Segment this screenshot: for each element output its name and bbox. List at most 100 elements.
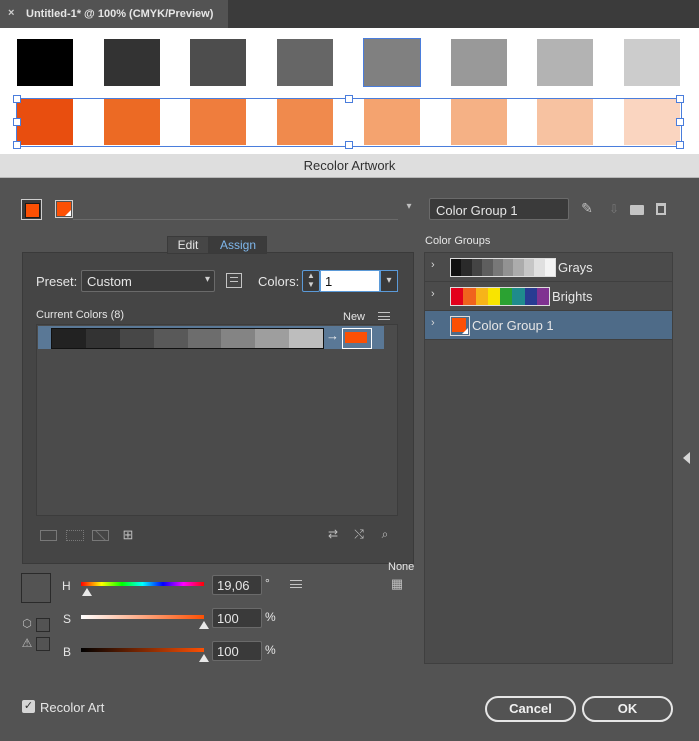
preset-select[interactable]: Custom ▾ [81, 270, 215, 292]
colors-value: 1 [325, 274, 333, 289]
ok-button[interactable]: OK [582, 696, 673, 722]
selection-handle[interactable] [13, 95, 21, 103]
brightness-value: 100 [217, 644, 239, 659]
randomly-change-saturation-icon[interactable]: ⤭ [350, 527, 368, 545]
group-color-chip [450, 316, 470, 336]
out-of-gamut-warning-icon: ⚠ [21, 636, 33, 650]
gray-swatch[interactable] [451, 39, 507, 86]
color-group-name-value: Color Group 1 [436, 203, 518, 218]
close-tab-icon[interactable]: × [8, 7, 14, 19]
list-menu-icon[interactable] [378, 312, 390, 320]
color-group-name-field[interactable]: Color Group 1 [429, 198, 569, 220]
hue-input[interactable]: 19,06 [212, 575, 262, 595]
color-group-brights[interactable]: › Brights [425, 282, 672, 311]
color-group-grays[interactable]: › Grays [425, 253, 672, 282]
expand-chevron-icon[interactable]: › [431, 259, 435, 271]
saturation-label: S [63, 612, 72, 626]
group-swatch [500, 288, 513, 305]
color-group-1[interactable]: › Color Group 1 [425, 311, 672, 340]
expand-chevron-icon[interactable]: › [431, 317, 435, 329]
colors-input[interactable]: 1 [320, 270, 380, 292]
cancel-button[interactable]: Cancel [485, 696, 576, 722]
selection-handle[interactable] [676, 118, 684, 126]
group-swatch [512, 288, 525, 305]
colors-stepper[interactable]: ▲ ▼ [302, 270, 320, 292]
selection-handle[interactable] [676, 95, 684, 103]
saturation-unit: % [265, 610, 276, 624]
selection-handle[interactable] [676, 141, 684, 149]
group-swatch [471, 259, 483, 276]
selection-handle[interactable] [345, 95, 353, 103]
saturation-slider-thumb[interactable] [199, 621, 209, 629]
dialog-title: Recolor Artwork [0, 154, 699, 178]
saturation-slider[interactable] [81, 615, 204, 619]
brightness-slider[interactable] [81, 648, 204, 652]
merge-colors-icon[interactable] [40, 530, 57, 541]
hue-slider[interactable] [81, 582, 204, 586]
current-colors-label: Current Colors (8) [36, 309, 125, 321]
new-color-swatch[interactable] [342, 328, 372, 349]
new-row-icon[interactable]: ⊞ [118, 527, 138, 543]
eyedropper-icon[interactable]: ✎ [578, 200, 596, 218]
tab-assign[interactable]: Assign [209, 236, 267, 254]
group-swatch [475, 288, 488, 305]
gray-swatch[interactable] [537, 39, 593, 86]
selected-color-swatch[interactable] [21, 573, 51, 603]
save-changes-icon[interactable]: ⇩ [606, 202, 622, 218]
brightness-input[interactable]: 100 [212, 641, 262, 661]
brightness-slider-thumb[interactable] [199, 654, 209, 662]
exclude-colors-icon[interactable] [92, 530, 109, 541]
separate-colors-icon[interactable] [66, 530, 84, 541]
recolor-art-checkbox[interactable]: ✓ [22, 700, 35, 713]
hue-value: 19,06 [217, 578, 250, 593]
current-colors-list [36, 324, 398, 516]
harmony-rules-dropdown-icon[interactable]: ▾ [401, 201, 417, 217]
colors-dropdown-icon[interactable]: ▾ [380, 270, 398, 292]
color-groups-label: Color Groups [425, 235, 491, 247]
expand-chevron-icon[interactable]: › [431, 288, 435, 300]
group-swatch [513, 259, 524, 276]
preset-options-icon[interactable] [226, 273, 242, 288]
gray-swatch[interactable] [17, 39, 73, 86]
new-group-folder-icon[interactable] [630, 205, 644, 215]
in-gamut-color-chip[interactable] [36, 637, 50, 651]
current-color-segment [52, 329, 86, 348]
harmony-color-chip[interactable] [55, 200, 73, 218]
current-color-segment [289, 329, 323, 348]
selection-handle[interactable] [345, 141, 353, 149]
group-swatch [524, 288, 537, 305]
arrow-icon: → [326, 328, 339, 343]
color-mode-menu-icon[interactable] [290, 580, 302, 588]
randomly-change-order-icon[interactable]: ⇄ [324, 527, 342, 545]
gray-swatch[interactable] [363, 38, 421, 87]
hue-slider-thumb[interactable] [82, 588, 92, 596]
gray-swatch[interactable] [190, 39, 246, 86]
active-color-chip[interactable] [21, 199, 42, 220]
color-library-icon[interactable]: ▦ [387, 576, 407, 592]
none-label: None [388, 561, 415, 573]
saturation-input[interactable]: 100 [212, 608, 262, 628]
gray-swatch[interactable] [624, 39, 680, 86]
recolor-art-label: Recolor Art [40, 700, 105, 715]
new-column-label: New [343, 311, 366, 323]
selection-handle[interactable] [13, 118, 21, 126]
web-safe-color-chip[interactable] [36, 618, 50, 632]
color-assignment-row[interactable]: → [38, 326, 384, 349]
group-swatch [536, 288, 549, 305]
gray-swatch[interactable] [104, 39, 160, 86]
current-color-bar[interactable] [51, 328, 324, 349]
gray-swatch[interactable] [277, 39, 333, 86]
selection-bounding-box[interactable] [16, 98, 682, 147]
document-tab[interactable]: × Untitled-1* @ 100% (CMYK/Preview) [0, 0, 228, 28]
collapse-panel-icon[interactable] [683, 452, 690, 464]
find-color-in-artwork-icon[interactable]: ⌕ [376, 527, 394, 545]
group-swatch [451, 288, 464, 305]
corner-marker [65, 210, 71, 216]
harmony-rules-field[interactable] [73, 200, 398, 220]
current-color-segment [119, 329, 154, 348]
delete-trash-icon[interactable] [656, 203, 666, 215]
tab-edit[interactable]: Edit [167, 236, 209, 254]
current-color-segment [255, 329, 290, 348]
selection-handle[interactable] [13, 141, 21, 149]
artboard [0, 28, 699, 154]
